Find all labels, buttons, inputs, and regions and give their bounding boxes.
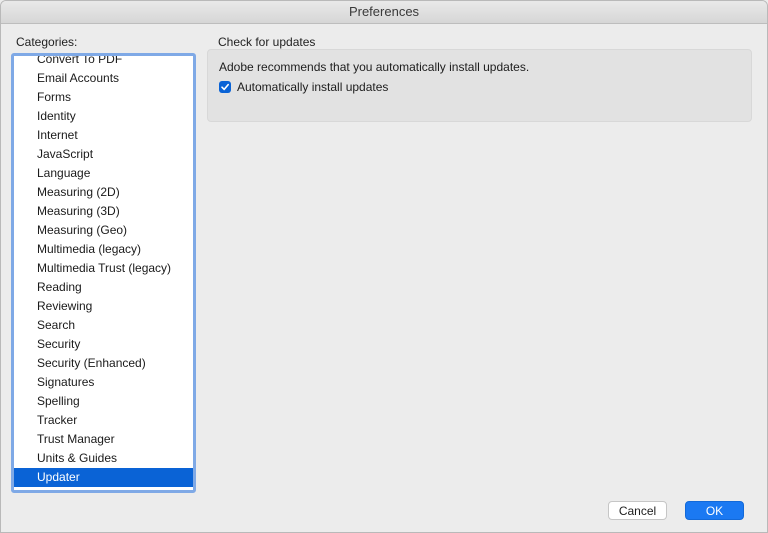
category-item-search[interactable]: Search bbox=[14, 316, 193, 335]
category-item-signatures[interactable]: Signatures bbox=[14, 373, 193, 392]
auto-install-checkbox[interactable] bbox=[219, 81, 231, 93]
categories-list[interactable]: Convert To PDF Email Accounts Forms Iden… bbox=[11, 53, 196, 493]
category-item-security-enhanced[interactable]: Security (Enhanced) bbox=[14, 354, 193, 373]
updates-group: Adobe recommends that you automatically … bbox=[207, 49, 752, 122]
preferences-window: Preferences Categories: Convert To PDF E… bbox=[0, 0, 768, 533]
checkmark-icon bbox=[221, 83, 229, 91]
category-item-measuring-geo[interactable]: Measuring (Geo) bbox=[14, 221, 193, 240]
category-item-tracker[interactable]: Tracker bbox=[14, 411, 193, 430]
category-item-spelling[interactable]: Spelling bbox=[14, 392, 193, 411]
category-item-internet[interactable]: Internet bbox=[14, 126, 193, 145]
window-title: Preferences bbox=[1, 1, 767, 24]
cancel-button[interactable]: Cancel bbox=[608, 501, 667, 520]
category-item-measuring-2d[interactable]: Measuring (2D) bbox=[14, 183, 193, 202]
auto-install-label[interactable]: Automatically install updates bbox=[237, 80, 388, 94]
category-item-javascript[interactable]: JavaScript bbox=[14, 145, 193, 164]
recommendation-text: Adobe recommends that you automatically … bbox=[219, 60, 530, 74]
category-item-identity[interactable]: Identity bbox=[14, 107, 193, 126]
category-item-multimedia-legacy[interactable]: Multimedia (legacy) bbox=[14, 240, 193, 259]
category-item-reading[interactable]: Reading bbox=[14, 278, 193, 297]
category-item-measuring-3d[interactable]: Measuring (3D) bbox=[14, 202, 193, 221]
category-item-updater[interactable]: Updater bbox=[14, 468, 193, 487]
category-item-security[interactable]: Security bbox=[14, 335, 193, 354]
category-item-convert-to-pdf[interactable]: Convert To PDF bbox=[14, 56, 193, 69]
category-item-multimedia-trust-legacy[interactable]: Multimedia Trust (legacy) bbox=[14, 259, 193, 278]
category-item-reviewing[interactable]: Reviewing bbox=[14, 297, 193, 316]
section-title: Check for updates bbox=[218, 35, 316, 49]
ok-button[interactable]: OK bbox=[685, 501, 744, 520]
category-item-forms[interactable]: Forms bbox=[14, 88, 193, 107]
category-item-trust-manager[interactable]: Trust Manager bbox=[14, 430, 193, 449]
category-item-language[interactable]: Language bbox=[14, 164, 193, 183]
categories-label: Categories: bbox=[16, 35, 78, 49]
category-item-units-guides[interactable]: Units & Guides bbox=[14, 449, 193, 468]
category-item-email-accounts[interactable]: Email Accounts bbox=[14, 69, 193, 88]
